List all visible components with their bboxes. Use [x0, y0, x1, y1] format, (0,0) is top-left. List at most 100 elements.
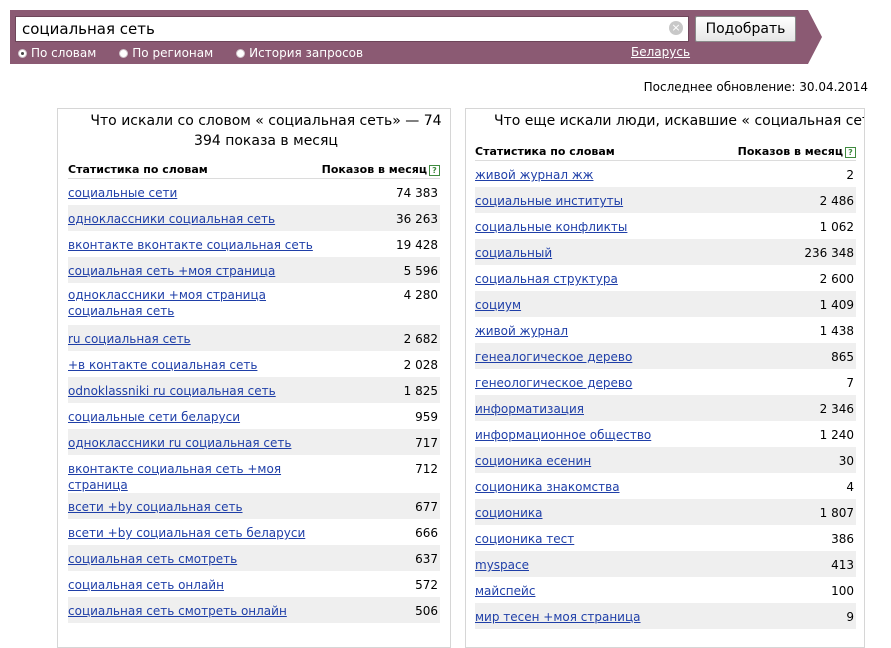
keyword-link[interactable]: мир тесен +моя страница [475, 609, 641, 625]
table-row: майспейс 100 [475, 577, 856, 603]
keyword-link[interactable]: социальные институты [475, 193, 623, 209]
impressions-count: 1 438 [819, 324, 854, 338]
table-row: соционика 1 807 [475, 499, 856, 525]
keyword-link[interactable]: соционика тест [475, 531, 574, 547]
impressions-count: 865 [831, 350, 854, 364]
radio-checked-icon[interactable] [18, 48, 27, 58]
mode-history[interactable]: История запросов [236, 46, 363, 60]
keyword-link[interactable]: генеологическое дерево [475, 375, 632, 391]
table-row: генеологическое дерево 7 [475, 369, 856, 395]
keyword-link[interactable]: социальная сеть +моя страница [68, 263, 275, 279]
impressions-count: 36 263 [396, 212, 438, 226]
table-row: соционика есенин 30 [475, 447, 856, 473]
radio-icon[interactable] [119, 48, 129, 58]
impressions-count: 413 [831, 558, 854, 572]
column-phrase: Статистика по словам [68, 163, 208, 176]
impressions-count: 1 240 [819, 428, 854, 442]
table-row: социальные сети 74 383 [68, 179, 440, 205]
keyword-link[interactable]: odnoklassniki ru социальная сеть [68, 383, 276, 399]
mode-by-words[interactable]: По словам [18, 46, 96, 60]
column-count: Показов в месяц? [322, 163, 440, 176]
keyword-link[interactable]: социальная сеть смотреть онлайн [68, 603, 287, 619]
impressions-count: 1 807 [819, 506, 854, 520]
mode-by-words-label: По словам [31, 46, 97, 60]
keyword-link[interactable]: соционика знакомства [475, 479, 620, 495]
clear-icon[interactable]: × [669, 21, 683, 35]
search-mode-group: По словам По регионам История запросов [18, 45, 386, 61]
region-link[interactable]: Беларусь [631, 45, 690, 59]
table-header: Статистика по словам Показов в месяц? [475, 145, 856, 161]
impressions-count: 30 [838, 454, 854, 468]
table-row: социальные сети беларуси 959 [68, 403, 440, 429]
keyword-list: социальные сети 74 383 одноклассники социа… [68, 179, 440, 623]
table-row: соционика знакомства 4 [475, 473, 856, 499]
keyword-link[interactable]: социальные конфликты [475, 219, 627, 235]
table-row: одноклассники социальная сеть 36 263 [68, 205, 440, 231]
keyword-link[interactable]: социальная структура [475, 271, 618, 287]
impressions-count: 2 028 [403, 358, 438, 372]
keyword-link[interactable]: информатизация [475, 401, 584, 417]
table-row: социальная сеть онлайн 572 [68, 571, 440, 597]
impressions-count: 4 [846, 480, 854, 494]
keyword-link[interactable]: информационное общество [475, 427, 651, 443]
mode-history-label: История запросов [249, 46, 364, 60]
keyword-link[interactable]: соционика [475, 505, 543, 521]
panel-title: Что искали со словом « социальная сеть» … [90, 113, 442, 149]
keyword-link[interactable]: всети +by социальная сеть беларуси [68, 525, 305, 541]
keyword-link[interactable]: генеалогическое дерево [475, 349, 632, 365]
keyword-link[interactable]: социальный [475, 245, 552, 261]
keyword-link[interactable]: социальные сети беларуси [68, 409, 240, 425]
impressions-count: 74 383 [396, 186, 438, 200]
impressions-count: 2 [846, 168, 854, 182]
submit-button[interactable]: Подобрать [695, 16, 796, 42]
keyword-link[interactable]: одноклассники +моя страница социальная с… [68, 287, 333, 319]
mode-by-regions[interactable]: По регионам [119, 46, 213, 60]
table-row: вконтакте вконтакте социальная сеть 19 42… [68, 231, 440, 257]
table-row: социальная сеть смотреть онлайн 506 [68, 597, 440, 623]
table-row: информатизация 2 346 [475, 395, 856, 421]
impressions-count: 1 409 [819, 298, 854, 312]
keyword-link[interactable]: живой журнал [475, 323, 568, 339]
keyword-link[interactable]: майспейс [475, 583, 535, 599]
impressions-count: 100 [831, 584, 854, 598]
table-row: социум 1 409 [475, 291, 856, 317]
table-row: информационное общество 1 240 [475, 421, 856, 447]
mode-by-regions-label: По регионам [132, 46, 214, 60]
help-icon[interactable]: ? [429, 164, 440, 176]
keyword-link[interactable]: живой журнал жж [475, 167, 593, 183]
keyword-link[interactable]: одноклассники социальная сеть [68, 211, 275, 227]
keyword-link[interactable]: вконтакте социальная сеть +моя страница [68, 461, 333, 493]
table-row: одноклассники ru социальная сеть 717 [68, 429, 440, 455]
table-row: живой журнал 1 438 [475, 317, 856, 343]
related-queries-panel: Что еще искали люди, искавшие « социальн… [465, 108, 865, 648]
table-row: социальные институты 2 486 [475, 187, 856, 213]
keyword-link[interactable]: +в контакте социальная сеть [68, 357, 257, 373]
impressions-count: 712 [415, 462, 438, 476]
table-row: социальная сеть смотреть 637 [68, 545, 440, 571]
table-row: генеалогическое дерево 865 [475, 343, 856, 369]
table-row: одноклассники +моя страница социальная с… [68, 283, 440, 325]
search-input[interactable] [15, 16, 689, 42]
keyword-link[interactable]: вконтакте вконтакте социальная сеть [68, 237, 313, 253]
table-row: соционика тест 386 [475, 525, 856, 551]
keyword-link[interactable]: социальная сеть онлайн [68, 577, 224, 593]
table-row: живой журнал жж 2 [475, 161, 856, 187]
impressions-count: 9 [846, 610, 854, 624]
keyword-link[interactable]: ru социальная сеть [68, 331, 191, 347]
table-row: вконтакте социальная сеть +моя страница 7… [68, 455, 440, 493]
keyword-link[interactable]: myspace [475, 557, 529, 573]
impressions-count: 677 [415, 500, 438, 514]
keyword-link[interactable]: социум [475, 297, 521, 313]
impressions-count: 19 428 [396, 238, 438, 252]
help-icon[interactable]: ? [845, 146, 856, 158]
keyword-link[interactable]: соционика есенин [475, 453, 591, 469]
table-row: +в контакте социальная сеть 2 028 [68, 351, 440, 377]
impressions-count: 666 [415, 526, 438, 540]
keyword-link[interactable]: социальные сети [68, 185, 177, 201]
keyword-link[interactable]: социальная сеть смотреть [68, 551, 237, 567]
impressions-count: 2 346 [819, 402, 854, 416]
keyword-link[interactable]: всети +by социальная сеть [68, 499, 243, 515]
impressions-count: 1 825 [403, 384, 438, 398]
radio-icon[interactable] [236, 48, 246, 58]
keyword-link[interactable]: одноклассники ru социальная сеть [68, 435, 291, 451]
